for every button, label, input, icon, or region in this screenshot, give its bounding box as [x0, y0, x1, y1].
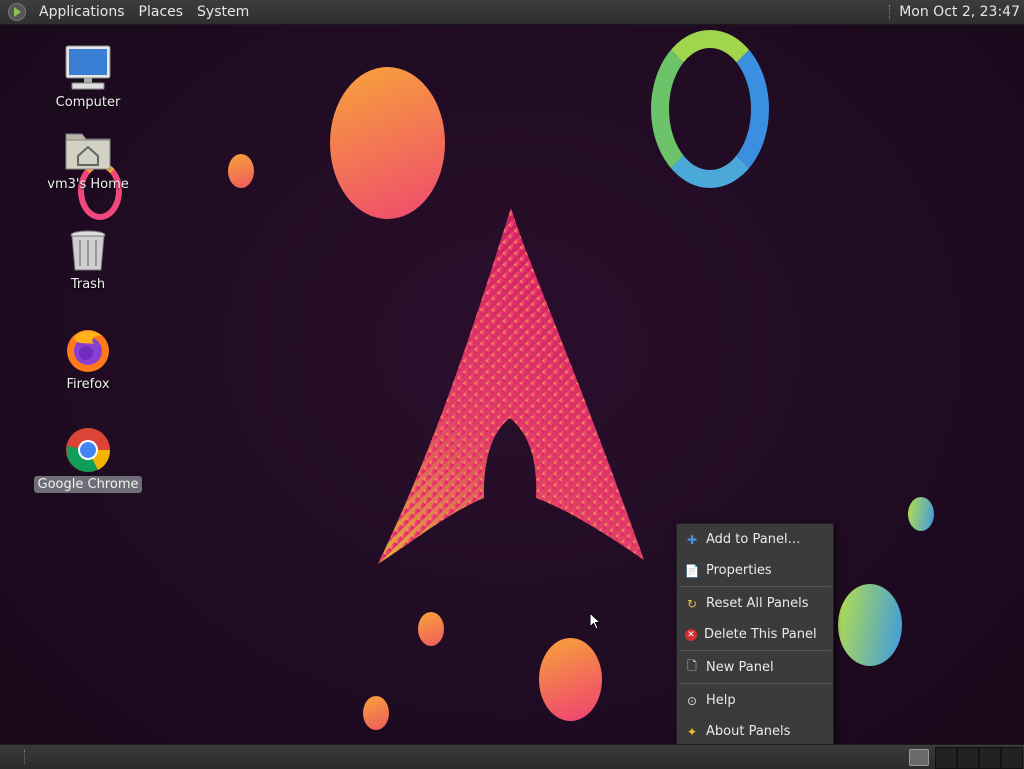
menu-item-about-panels[interactable]: ✦ About Panels — [677, 716, 833, 747]
help-icon: ⊙ — [686, 693, 698, 708]
wallpaper-circle — [838, 584, 902, 666]
wallpaper-circle — [363, 696, 389, 730]
wallpaper-circle — [330, 67, 445, 219]
workspace-1[interactable] — [935, 747, 957, 769]
reset-icon: ↻ — [686, 596, 698, 611]
menu-separator — [679, 586, 831, 587]
clock[interactable]: Mon Oct 2, 23:47 — [899, 4, 1024, 20]
workspace-3[interactable] — [979, 747, 1001, 769]
trash-icon — [64, 226, 112, 274]
panel-grip-icon — [24, 750, 28, 764]
wallpaper — [0, 24, 1024, 744]
properties-icon: 📄 — [684, 563, 700, 578]
mouse-cursor-icon — [589, 612, 601, 630]
menu-item-properties[interactable]: 📄 Properties — [677, 555, 833, 586]
desktop-icon-label: Computer — [55, 95, 121, 110]
menu-item-label: Reset All Panels — [706, 596, 809, 611]
desktop-icon-chrome[interactable]: Google Chrome — [33, 426, 143, 493]
show-desktop-icon[interactable] — [909, 749, 929, 766]
desktop-icon-label: Firefox — [66, 377, 110, 392]
panel-grip-icon — [889, 5, 893, 19]
plus-icon: ✚ — [686, 532, 698, 547]
menu-item-delete-this-panel[interactable]: ✕ Delete This Panel — [677, 619, 833, 650]
menu-item-new-panel[interactable]: 🗋 New Panel — [677, 652, 833, 683]
menu-places[interactable]: Places — [132, 0, 191, 24]
top-panel: Applications Places System Mon Oct 2, 23… — [0, 0, 1024, 25]
firefox-icon — [64, 326, 112, 374]
bottom-panel[interactable] — [0, 744, 1024, 769]
wallpaper-circle — [418, 612, 444, 646]
menu-system[interactable]: System — [190, 0, 256, 24]
desktop-icon-label: vm3's Home — [47, 177, 129, 192]
menu-separator — [679, 650, 831, 651]
menu-item-add-to-panel[interactable]: ✚ Add to Panel… — [677, 524, 833, 555]
panel-context-menu: ✚ Add to Panel… 📄 Properties ↻ Reset All… — [676, 523, 834, 746]
desktop-icon-label: Trash — [70, 277, 106, 292]
delete-icon: ✕ — [685, 628, 697, 641]
menu-item-label: Add to Panel… — [706, 532, 801, 547]
menu-item-help[interactable]: ⊙ Help — [677, 685, 833, 716]
chrome-icon — [64, 426, 112, 474]
wallpaper-circle — [908, 497, 934, 531]
menu-item-label: About Panels — [706, 724, 791, 739]
workspace-2[interactable] — [957, 747, 979, 769]
desktop-icon-computer[interactable]: Computer — [33, 44, 143, 111]
arch-logo — [378, 208, 644, 564]
menu-item-label: Delete This Panel — [704, 627, 817, 642]
desktop-icon-firefox[interactable]: Firefox — [33, 326, 143, 393]
menu-item-label: New Panel — [706, 660, 774, 675]
desktop-icon-trash[interactable]: Trash — [33, 226, 143, 293]
wallpaper-ring — [651, 30, 769, 188]
about-icon: ✦ — [686, 724, 698, 739]
clock-applet[interactable]: Mon Oct 2, 23:47 — [889, 0, 1024, 24]
menu-item-label: Properties — [706, 563, 772, 578]
wallpaper-circle — [228, 154, 254, 188]
menu-item-reset-all-panels[interactable]: ↻ Reset All Panels — [677, 588, 833, 619]
distro-logo-icon[interactable] — [8, 3, 26, 21]
home-folder-icon — [64, 126, 112, 174]
computer-icon — [64, 44, 112, 92]
menu-item-label: Help — [706, 693, 736, 708]
desktop-icon-label: Google Chrome — [33, 476, 143, 493]
workspace-4[interactable] — [1001, 747, 1023, 769]
menu-separator — [679, 683, 831, 684]
menu-applications[interactable]: Applications — [32, 0, 132, 24]
wallpaper-circle — [539, 638, 602, 721]
desktop-icon-home[interactable]: vm3's Home — [33, 126, 143, 193]
new-panel-icon: 🗋 — [687, 659, 697, 673]
